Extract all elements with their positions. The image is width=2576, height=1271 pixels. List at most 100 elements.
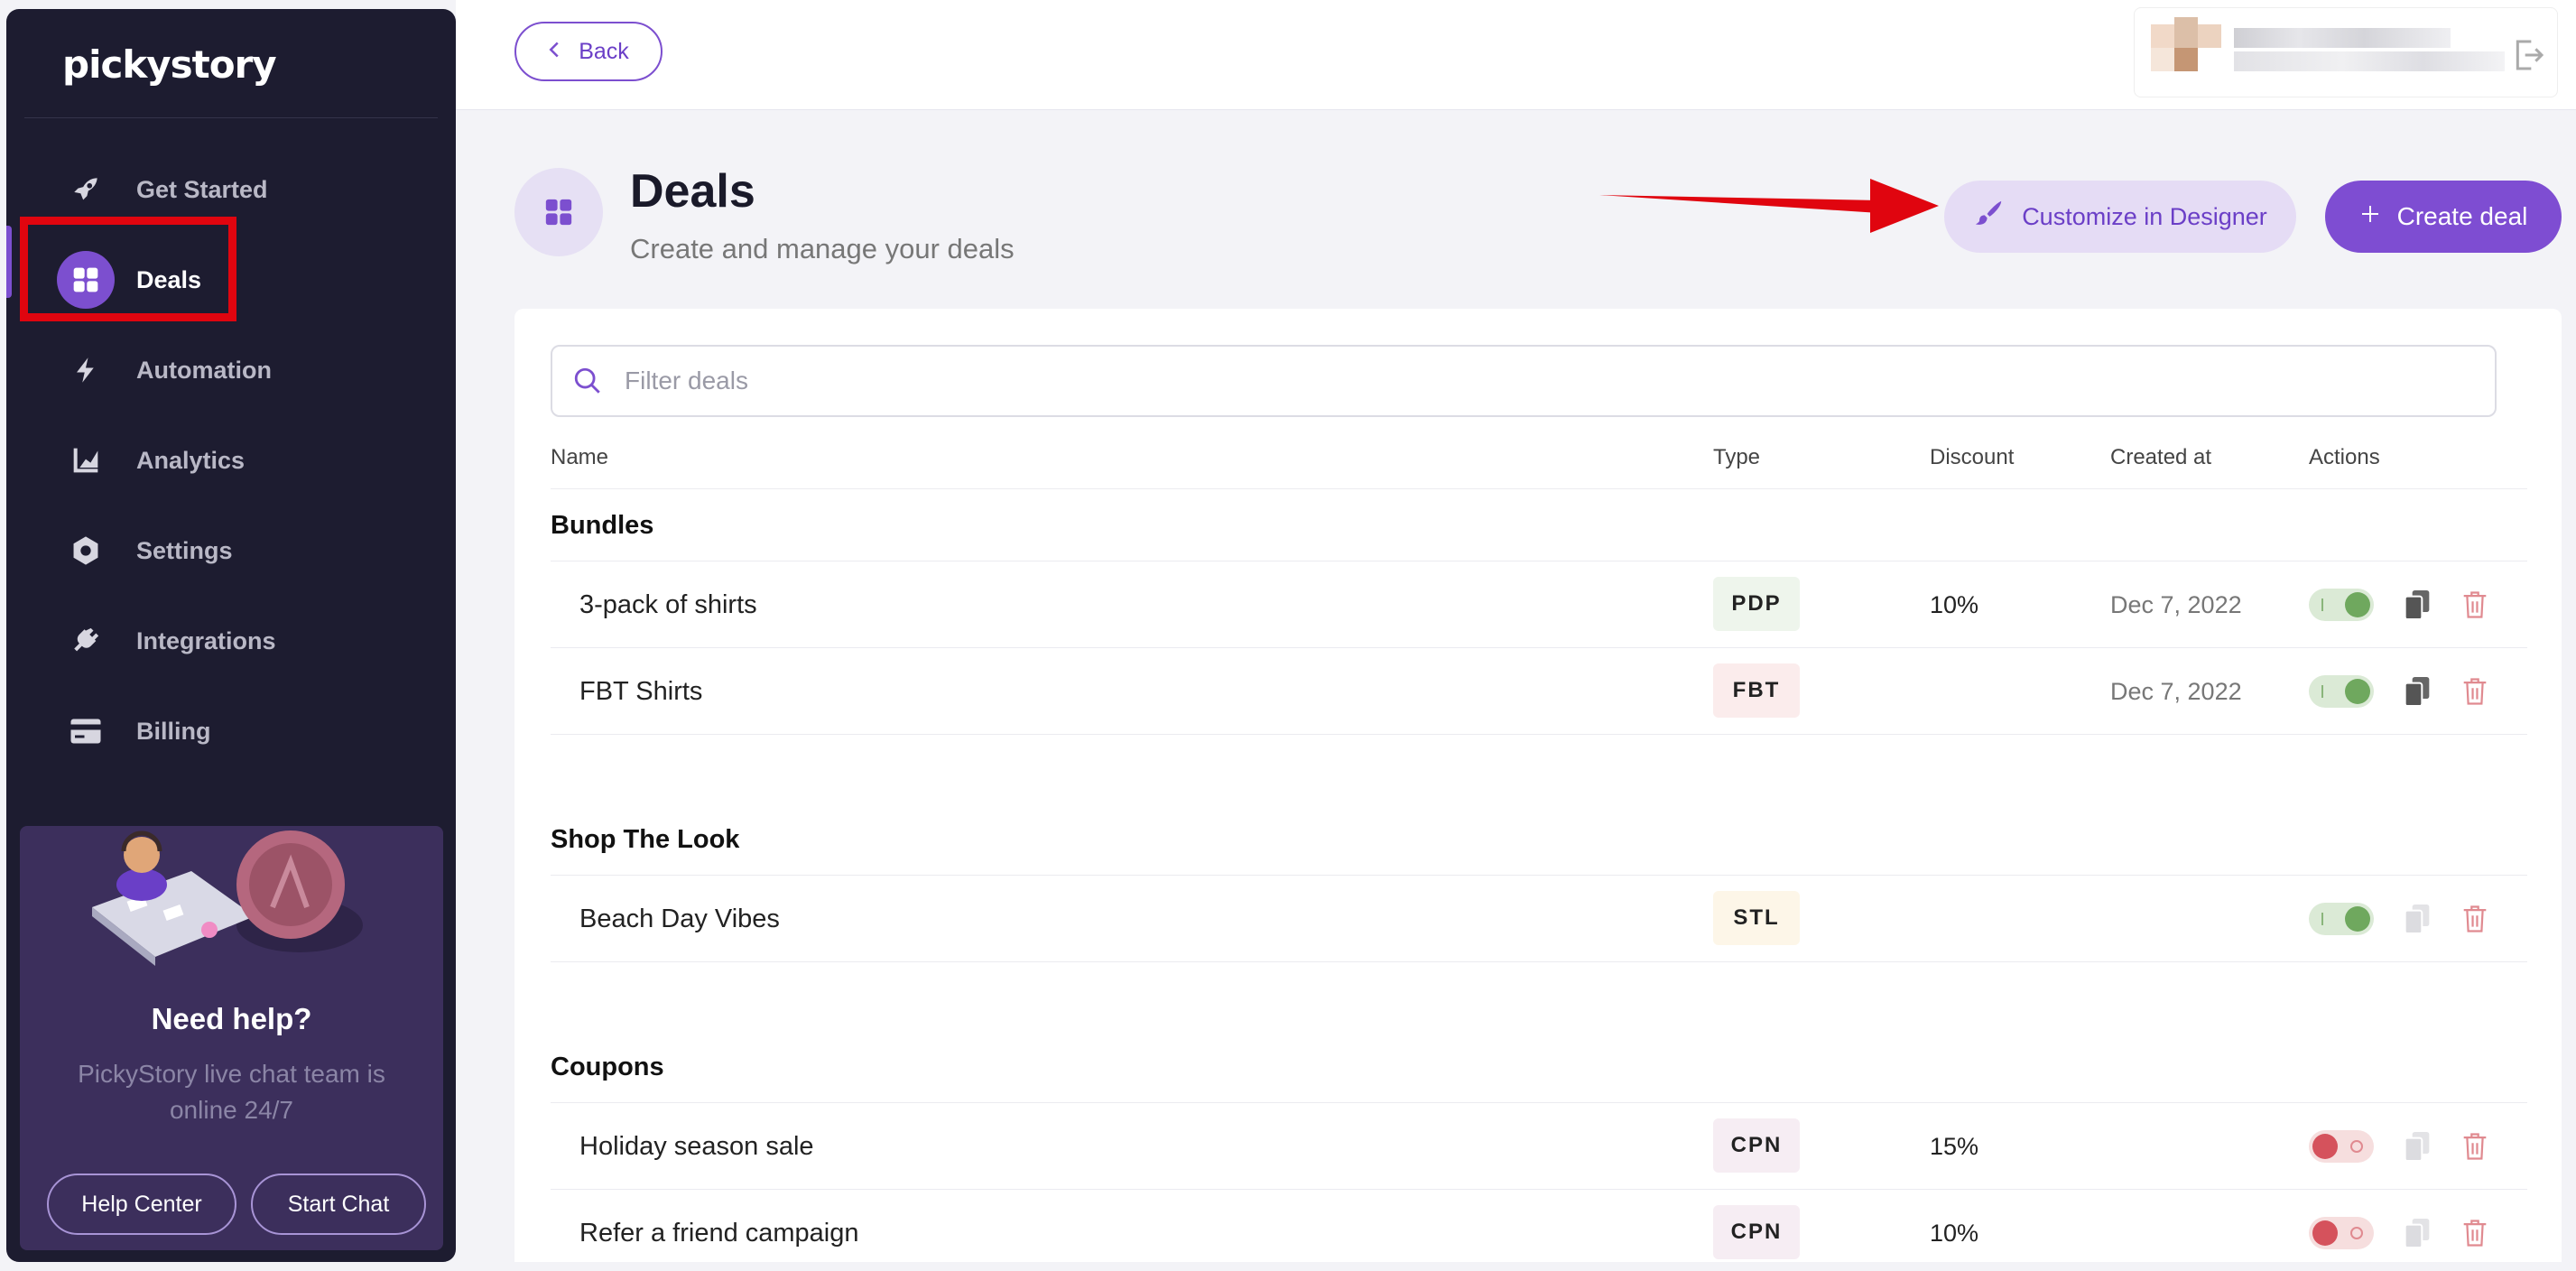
sidebar-item-analytics[interactable]: Analytics [6, 415, 456, 506]
filter-deals-input[interactable] [625, 366, 2430, 395]
deal-enabled-toggle[interactable] [2309, 1130, 2374, 1163]
delete-icon[interactable] [2459, 675, 2491, 708]
rocket-icon [57, 161, 115, 218]
help-card: Need help? PickyStory live chat team is … [20, 826, 443, 1250]
column-header-actions: Actions [2309, 445, 2380, 469]
grid-icon [57, 251, 115, 309]
sidebar-item-get-started[interactable]: Get Started [6, 144, 456, 235]
create-label: Create deal [2396, 202, 2528, 230]
sidebar-item-integrations[interactable]: Integrations [6, 596, 456, 686]
deal-created-at: Dec 7, 2022 [2110, 591, 2242, 618]
active-nav-indicator [6, 226, 12, 298]
blurred-avatar-pixel [2151, 48, 2174, 71]
deals-card: Name Type Discount Created at Actions Bu… [514, 309, 2562, 1262]
deal-name[interactable]: Beach Day Vibes [579, 876, 780, 962]
sidebar-item-label: Get Started [136, 175, 268, 203]
blurred-username [2234, 28, 2451, 48]
duplicate-icon[interactable] [2401, 589, 2433, 621]
delete-icon[interactable] [2459, 1217, 2491, 1249]
credit-card-icon [57, 702, 115, 760]
annotation-arrow [1599, 179, 1939, 233]
customize-label: Customize in Designer [2022, 202, 2267, 230]
type-badge: STL [1713, 891, 1800, 945]
sidebar-item-settings[interactable]: Settings [6, 506, 456, 596]
table-row[interactable]: 3-pack of shirts PDP 10% Dec 7, 2022 [551, 561, 2527, 648]
sidebar-item-label: Deals [136, 265, 202, 293]
blurred-avatar-pixel [2198, 24, 2221, 48]
help-center-button[interactable]: Help Center [47, 1174, 236, 1235]
type-badge: FBT [1713, 663, 1800, 718]
sidebar-item-label: Analytics [136, 446, 246, 474]
deal-discount: 10% [1930, 1220, 1979, 1247]
help-title: Need help? [151, 1002, 312, 1035]
duplicate-icon[interactable] [2401, 675, 2433, 708]
chevron-left-icon [548, 39, 561, 65]
user-account[interactable] [2134, 7, 2558, 97]
type-badge: CPN [1713, 1205, 1800, 1259]
sidebar-item-label: Settings [136, 536, 233, 564]
plug-icon [57, 612, 115, 670]
type-badge: PDP [1713, 577, 1800, 631]
deal-enabled-toggle[interactable] [2309, 589, 2374, 621]
sidebar-item-billing[interactable]: Billing [6, 686, 456, 776]
blurred-avatar-pixel [2174, 17, 2198, 48]
delete-icon[interactable] [2459, 903, 2491, 935]
sidebar-item-deals[interactable]: Deals [6, 235, 456, 325]
deal-discount: 10% [1930, 591, 1979, 618]
sidebar-item-automation[interactable]: Automation [6, 325, 456, 415]
group-title-shop-the-look: Shop The Look [551, 803, 2527, 876]
logo-text: pickystory [62, 42, 277, 87]
blurred-email [2234, 51, 2505, 71]
blurred-avatar-pixel [2151, 24, 2174, 48]
brush-icon [1973, 199, 2004, 236]
grid-icon [545, 199, 572, 226]
logout-icon[interactable] [2510, 37, 2546, 73]
column-header-discount[interactable]: Discount [1930, 426, 2014, 489]
create-deal-button[interactable]: Create deal [2325, 181, 2562, 253]
table-row[interactable]: Holiday season sale CPN 15% [551, 1103, 2527, 1190]
deals-table: Name Type Discount Created at Actions Bu… [551, 426, 2527, 1262]
back-label: Back [579, 38, 629, 64]
back-button[interactable]: Back [514, 22, 663, 81]
chart-icon [57, 431, 115, 489]
duplicate-icon-disabled [2401, 1217, 2433, 1249]
delete-icon[interactable] [2459, 1130, 2491, 1163]
customize-in-designer-button[interactable]: Customize in Designer [1944, 181, 2296, 253]
blurred-avatar-pixel [2174, 48, 2198, 71]
deal-name[interactable]: Refer a friend campaign [579, 1190, 859, 1262]
table-row[interactable]: Beach Day Vibes STL [551, 876, 2527, 962]
search-icon [574, 367, 600, 394]
type-badge: CPN [1713, 1118, 1800, 1173]
page-subtitle: Create and manage your deals [630, 233, 1015, 264]
table-row[interactable]: FBT Shirts FBT Dec 7, 2022 [551, 648, 2527, 735]
lightning-icon [57, 341, 115, 399]
help-text: PickyStory live chat team is online 24/7 [78, 1060, 385, 1124]
deal-enabled-toggle[interactable] [2309, 903, 2374, 935]
start-chat-button[interactable]: Start Chat [251, 1174, 426, 1235]
group-title-coupons: Coupons [551, 1031, 2527, 1103]
sidebar-nav: Get Started Deals Automation Analytics S… [6, 144, 456, 776]
column-header-created-at[interactable]: Created at [2110, 426, 2211, 489]
sidebar-item-label: Automation [136, 356, 272, 384]
deal-enabled-toggle[interactable] [2309, 1217, 2374, 1249]
column-header-name[interactable]: Name [551, 426, 608, 489]
group-title-bundles: Bundles [551, 489, 2527, 561]
filter-field[interactable] [551, 345, 2497, 417]
deal-created-at: Dec 7, 2022 [2110, 678, 2242, 705]
gear-icon [57, 522, 115, 580]
deal-discount: 15% [1930, 1133, 1979, 1160]
table-row[interactable]: Refer a friend campaign CPN 10% [551, 1190, 2527, 1262]
sidebar-item-label: Billing [136, 717, 211, 745]
delete-icon[interactable] [2459, 589, 2491, 621]
plus-icon [2359, 202, 2381, 231]
deal-name[interactable]: Holiday season sale [579, 1103, 814, 1190]
column-header-type[interactable]: Type [1713, 426, 1760, 489]
pickystory-logo[interactable]: pickystory [62, 38, 277, 90]
deal-enabled-toggle[interactable] [2309, 675, 2374, 708]
deal-name[interactable]: FBT Shirts [579, 648, 702, 735]
page-title: Deals [630, 165, 755, 218]
deal-name[interactable]: 3-pack of shirts [579, 561, 757, 648]
duplicate-icon-disabled [2401, 1130, 2433, 1163]
